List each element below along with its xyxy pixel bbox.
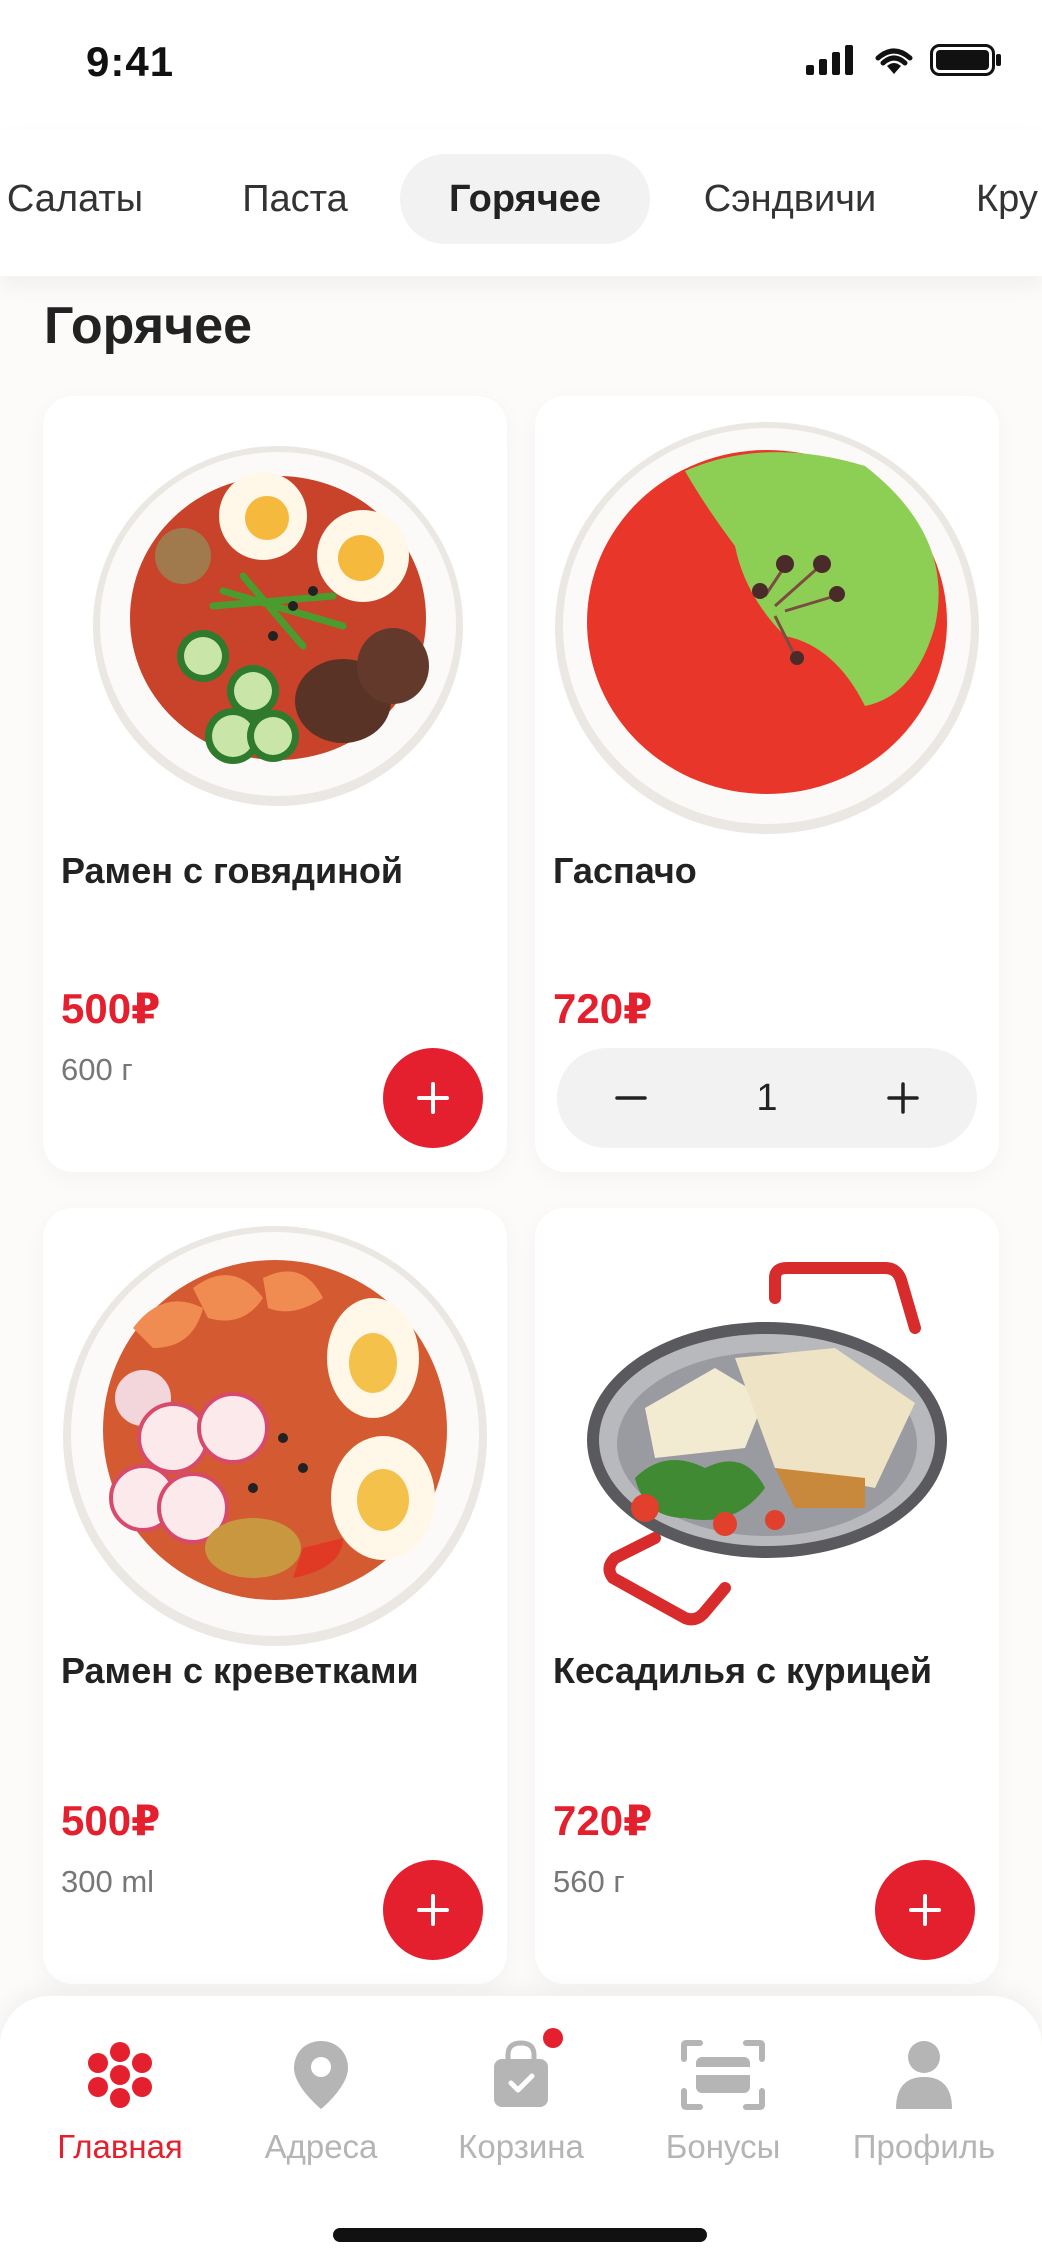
cart-badge	[543, 2028, 563, 2048]
product-name: Рамен с креветками	[61, 1650, 419, 1691]
product-card[interactable]: Кесадилья с курицей 720₽ 560 г	[535, 1208, 999, 1984]
plus-icon	[909, 1894, 941, 1926]
nav-addresses[interactable]: Адреса	[221, 2032, 421, 2166]
profile-icon	[824, 2032, 1024, 2118]
section-title: Горячее	[44, 297, 253, 355]
status-time: 9:41	[86, 38, 175, 85]
add-to-cart-button[interactable]	[383, 1048, 483, 1148]
product-card[interactable]: Рамен с говядиной 500₽ 600 г	[43, 396, 507, 1172]
add-to-cart-button[interactable]	[383, 1860, 483, 1960]
tab-sandwiches[interactable]: Сэндвичи	[680, 154, 900, 244]
bottom-navigation: Главная Адреса Корзина Бонусы Профиль	[0, 1996, 1042, 2255]
product-card[interactable]: Рамен с креветками 500₽ 300 ml	[43, 1208, 507, 1984]
location-pin-icon	[221, 2032, 421, 2118]
quesadilla-image	[535, 1208, 999, 1648]
product-price: 720₽	[553, 985, 653, 1032]
product-price: 720₽	[553, 1797, 653, 1844]
add-to-cart-button[interactable]	[875, 1860, 975, 1960]
nav-cart[interactable]: Корзина	[421, 2028, 621, 2166]
status-bar: 9:41	[0, 0, 1042, 130]
nav-label: Профиль	[852, 2128, 996, 2165]
scan-card-icon	[623, 2032, 823, 2118]
nav-label: Бонусы	[665, 2128, 781, 2165]
status-icons	[806, 44, 1002, 76]
nav-label: Адреса	[264, 2128, 378, 2165]
product-name: Кесадилья с курицей	[553, 1650, 932, 1691]
home-indicator	[333, 2228, 707, 2242]
plus-icon	[417, 1082, 449, 1114]
ramen-shrimp-image	[43, 1208, 507, 1648]
nav-label: Корзина	[458, 2128, 584, 2165]
nav-label: Главная	[57, 2128, 183, 2165]
tab-salads[interactable]: Салаты	[0, 154, 160, 244]
product-price: 500₽	[61, 1797, 161, 1844]
home-flower-icon	[20, 2032, 220, 2118]
gazpacho-image	[535, 396, 999, 836]
nav-profile[interactable]: Профиль	[824, 2032, 1024, 2166]
product-weight: 560 г	[553, 1864, 625, 1899]
product-price: 500₽	[61, 985, 161, 1032]
tab-pasta[interactable]: Паста	[220, 154, 370, 244]
plus-icon	[887, 1082, 919, 1114]
plus-icon	[417, 1894, 449, 1926]
ramen-beef-image	[43, 396, 507, 836]
increase-quantity-button[interactable]	[873, 1068, 933, 1128]
product-name: Рамен с говядиной	[61, 850, 403, 891]
shopping-bag-icon	[421, 2028, 621, 2118]
nav-home[interactable]: Главная	[20, 2032, 220, 2166]
quantity-stepper[interactable]: 1	[557, 1048, 977, 1148]
product-weight: 600 г	[61, 1052, 133, 1087]
wifi-icon	[875, 48, 913, 74]
product-weight: 300 ml	[61, 1864, 155, 1899]
nav-bonuses[interactable]: Бонусы	[623, 2032, 823, 2166]
tab-more[interactable]: Кру	[960, 154, 1042, 244]
tab-hot-dishes[interactable]: Горячее	[400, 154, 650, 244]
product-name: Гаспачо	[553, 850, 697, 891]
battery-icon	[930, 44, 1001, 76]
product-card[interactable]: Гаспачо 720₽ 1	[535, 396, 999, 1172]
category-tabs: Салаты Паста Горячее Сэндвичи Кру	[0, 130, 1042, 276]
cellular-signal-icon	[806, 45, 853, 75]
